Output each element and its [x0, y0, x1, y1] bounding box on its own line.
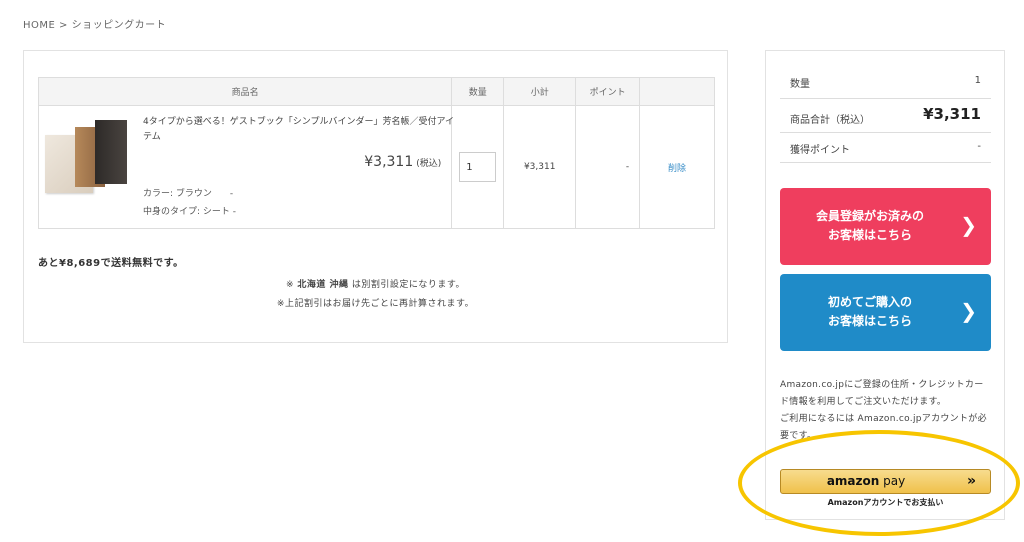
summary-total-row: 商品合計（税込） ¥3,311 [780, 99, 991, 133]
double-chevron-right-icon: » [966, 473, 976, 489]
member-login-line2: お客様はこちら [827, 228, 912, 242]
amazon-pay-button[interactable]: amazon pay » [780, 469, 991, 494]
order-summary-panel: 数量 1 商品合計（税込） ¥3,311 獲得ポイント - 会員登録がお済みの … [765, 50, 1005, 520]
table-row: 4タイプから選べる！ゲストブック「シンプルバインダー」芳名帳／受付アイテム ¥3… [37, 105, 715, 229]
first-purchase-line1: 初めてご購入の [827, 295, 912, 309]
member-login-line1: 会員登録がお済みの [815, 209, 924, 223]
quantity-cell [451, 105, 505, 229]
actions-cell: 削除 [639, 105, 715, 229]
product-cell: 4タイプから選べる！ゲストブック「シンプルバインダー」芳名帳／受付アイテム ¥3… [37, 105, 455, 229]
amazon-pay-subtext: Amazonアカウントでお支払い [827, 498, 944, 507]
product-image[interactable] [45, 117, 127, 193]
cart-panel: 商品名 数量 小計 ポイント 4タイプから選べる！ゲストブック「シンプルバインダ… [23, 50, 728, 343]
note-suffix: は別割引設定になります。 [348, 280, 465, 290]
header-quantity: 数量 [451, 77, 505, 106]
summary-total-value: ¥3,311 [923, 105, 981, 123]
amazon-logo-rest: pay [879, 474, 906, 488]
points-cell: - [575, 105, 641, 229]
subtotal-cell: ¥3,311 [503, 105, 577, 229]
first-purchase-label: 初めてご購入の お客様はこちら [780, 293, 960, 331]
summary-total-label: 商品合計（税込） [790, 115, 870, 126]
amazon-logo-bold: amazon [826, 474, 880, 488]
cart-table: 商品名 数量 小計 ポイント 4タイプから選べる！ゲストブック「シンプルバインダ… [37, 77, 715, 229]
amazon-desc-line2: ご利用になるには Amazon.co.jpアカウントが必要です。 [780, 414, 987, 441]
summary-quantity-label: 数量 [790, 79, 810, 90]
quantity-input[interactable] [459, 152, 497, 182]
first-purchase-button[interactable]: 初めてご購入の お客様はこちら ❯ [780, 274, 991, 351]
summary-quantity-row: 数量 1 [780, 65, 991, 99]
header-points: ポイント [575, 77, 641, 106]
summary-points-label: 獲得ポイント [790, 145, 850, 156]
option-color: カラー: ブラウン - [143, 189, 234, 199]
header-subtotal: 小計 [503, 77, 577, 106]
table-header-row: 商品名 数量 小計 ポイント [37, 77, 715, 106]
summary-points-value: - [977, 141, 981, 152]
shipping-region-note: ※ 北海道 沖縄 は別割引設定になります。 [24, 277, 727, 290]
note-regions: 北海道 沖縄 [297, 280, 349, 290]
price-tax-label: (税込) [416, 159, 442, 169]
chevron-right-icon: ❯ [960, 213, 977, 237]
product-price: ¥3,311 (税込) [364, 154, 441, 170]
member-login-label: 会員登録がお済みの お客様はこちら [780, 207, 960, 245]
first-purchase-line2: お客様はこちら [827, 314, 912, 328]
price-value: ¥3,311 [364, 154, 414, 170]
product-name-link[interactable]: 4タイプから選べる！ゲストブック「シンプルバインダー」芳名帳／受付アイテム [143, 115, 455, 145]
header-actions [639, 77, 715, 106]
chevron-right-icon: ❯ [960, 299, 977, 323]
summary-points-row: 獲得ポイント - [780, 133, 991, 163]
option-type: 中身のタイプ: シート - [143, 207, 237, 217]
amazon-pay-logo: amazon pay [781, 474, 951, 488]
amazon-desc-line1: Amazon.co.jpにご登録の住所・クレジットカード情報を利用してご注文いた… [780, 380, 984, 407]
breadcrumb[interactable]: HOME > ショッピングカート [23, 16, 166, 31]
note-prefix: ※ [285, 280, 298, 290]
free-shipping-message: あと¥8,689で送料無料です。 [38, 258, 184, 269]
header-product: 商品名 [37, 77, 453, 106]
summary-quantity-value: 1 [974, 75, 981, 86]
member-login-button[interactable]: 会員登録がお済みの お客様はこちら ❯ [780, 188, 991, 265]
amazon-pay-description: Amazon.co.jpにご登録の住所・クレジットカード情報を利用してご注文いた… [780, 377, 991, 445]
delete-link[interactable]: 削除 [668, 164, 686, 174]
recalc-note: ※上記割引はお届け先ごとに再計算されます。 [276, 299, 475, 309]
